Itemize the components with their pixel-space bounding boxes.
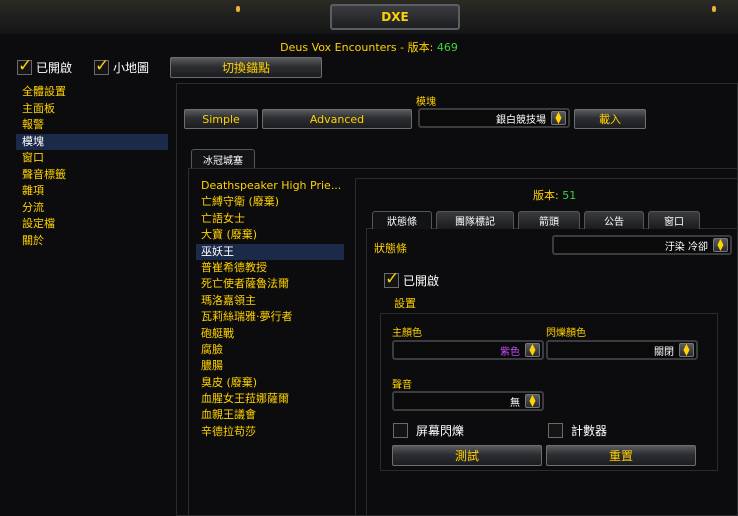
list-item[interactable]: 膿腸: [196, 358, 344, 374]
sidebar-item-about[interactable]: 關於: [16, 233, 168, 250]
toggle-anchor-button[interactable]: 切換錨點: [170, 57, 322, 78]
settings-label: 設置: [394, 297, 416, 310]
tab-arrows[interactable]: 箭頭: [518, 211, 580, 229]
checkmark-icon[interactable]: [17, 56, 32, 76]
simple-button[interactable]: Simple: [184, 109, 258, 129]
list-item[interactable]: 普崔希德教授: [196, 260, 344, 276]
tab-bars[interactable]: 狀態條: [372, 211, 432, 229]
minimap-checkbox[interactable]: 小地圖: [94, 56, 150, 76]
scenery-light: [712, 6, 716, 12]
checkmark-icon[interactable]: [94, 56, 109, 76]
bar-dropdown[interactable]: 汙染 冷卻 ▲ ▼: [552, 235, 732, 255]
sidebar-item-sound-labels[interactable]: 聲音標籤: [16, 167, 168, 184]
list-item[interactable]: 腐臉: [196, 342, 344, 358]
zone-dropdown[interactable]: 銀白競技場 ▲ ▼: [418, 108, 570, 128]
encounter-list: Deathspeaker High Prie... 亡縛守衛 (廢棄) 亡語女士…: [196, 178, 344, 440]
flash-color-value: 關閉: [654, 346, 674, 358]
list-item[interactable]: 巫妖王: [196, 243, 344, 260]
advanced-button[interactable]: Advanced: [262, 109, 412, 129]
encounter-version: 版本: 51: [533, 187, 576, 203]
main-color-label: 主顏色: [392, 328, 422, 339]
list-item[interactable]: 臭皮 (廢棄): [196, 375, 344, 391]
checkmark-icon[interactable]: [384, 269, 399, 289]
enabled-label: 已開啟: [36, 61, 73, 75]
tab-raid-icons[interactable]: 團隊標記: [436, 211, 514, 229]
screen-flash-label: 屏幕閃爍: [416, 424, 465, 438]
sidebar-item-misc[interactable]: 雜項: [16, 183, 168, 200]
main-color-value: 紫色: [500, 346, 520, 358]
chevron-up-down-icon[interactable]: ▲ ▼: [525, 343, 540, 357]
list-item[interactable]: 血親王議會: [196, 407, 344, 423]
checkbox-empty-icon[interactable]: [548, 423, 563, 438]
app-name: Deus Vox Encounters: [280, 41, 397, 54]
sound-dropdown[interactable]: 無 ▲ ▼: [392, 391, 544, 411]
addon-header: Deus Vox Encounters - 版本: 469: [0, 39, 738, 55]
zone-dropdown-value: 銀白競技場: [496, 114, 546, 126]
bar-dropdown-value: 汙染 冷卻: [664, 241, 708, 253]
counter-label: 計數器: [571, 424, 608, 438]
list-item[interactable]: 血腥女王菈娜薩爾: [196, 391, 344, 407]
list-item[interactable]: 大寶 (廢棄): [196, 227, 344, 243]
bar-select-label: 狀態條: [374, 242, 407, 255]
tab-announces[interactable]: 公告: [584, 211, 644, 229]
list-item[interactable]: 瓦莉絲瑞雅·夢行者: [196, 309, 344, 325]
load-button[interactable]: 載入: [574, 109, 646, 129]
sidebar-item-profiles[interactable]: 設定檔: [16, 216, 168, 233]
chevron-up-down-icon[interactable]: ▲ ▼: [679, 343, 694, 357]
list-item[interactable]: 亡縛守衛 (廢棄): [196, 194, 344, 210]
encounter-version-number: 51: [562, 189, 577, 202]
checkbox-empty-icon[interactable]: [393, 423, 408, 438]
chevron-up-down-icon[interactable]: ▲ ▼: [551, 111, 566, 125]
bar-enabled-label: 已開啟: [403, 274, 440, 288]
flash-color-label: 閃爍顏色: [546, 328, 586, 339]
sidebar-item-main-pane[interactable]: 主面板: [16, 101, 168, 118]
sidebar-item-modules[interactable]: 模塊: [16, 133, 168, 150]
enabled-checkbox[interactable]: 已開啟: [17, 56, 73, 76]
list-item[interactable]: 瑪洛嘉領主: [196, 293, 344, 309]
encounter-version-label: 版本:: [533, 189, 563, 202]
list-item[interactable]: 砲艇戰: [196, 326, 344, 342]
screen-flash-checkbox[interactable]: 屏幕閃爍: [393, 422, 464, 439]
sidebar-item-distributor[interactable]: 分流: [16, 200, 168, 217]
sidebar-nav: 全體設置 主面板 報警 模塊 窗口 聲音標籤 雜項 分流 設定檔 關於: [16, 84, 168, 249]
minimap-label: 小地圖: [113, 61, 150, 75]
version-label: - 版本:: [396, 41, 437, 54]
module-section-label: 模塊: [416, 97, 436, 108]
chevron-up-down-icon[interactable]: ▲ ▼: [525, 394, 540, 408]
main-color-dropdown[interactable]: 紫色 ▲ ▼: [392, 340, 544, 360]
bar-enabled-checkbox[interactable]: 已開啟: [384, 269, 440, 289]
scenery-light: [236, 6, 240, 12]
version-number: 469: [436, 41, 458, 54]
sidebar-item-windows[interactable]: 窗口: [16, 150, 168, 167]
tab-icecrown-citadel[interactable]: 冰冠城塞: [191, 149, 255, 168]
reset-button[interactable]: 重置: [546, 445, 696, 466]
sidebar-item-alerts[interactable]: 報警: [16, 117, 168, 134]
test-button[interactable]: 測試: [392, 445, 542, 466]
chevron-up-down-icon[interactable]: ▲ ▼: [713, 238, 728, 252]
sound-value: 無: [510, 397, 520, 409]
window-title[interactable]: DXE: [330, 4, 460, 30]
list-item[interactable]: 辛德拉苟莎: [196, 424, 344, 440]
list-item[interactable]: 亡語女士: [196, 211, 344, 227]
list-item[interactable]: Deathspeaker High Prie...: [196, 178, 344, 194]
counter-checkbox[interactable]: 計數器: [548, 422, 607, 439]
sound-label: 聲音: [392, 380, 412, 391]
tab-windows[interactable]: 窗口: [648, 211, 700, 229]
sidebar-item-general[interactable]: 全體設置: [16, 84, 168, 101]
list-item[interactable]: 死亡使者薩魯法爾: [196, 276, 344, 292]
flash-color-dropdown[interactable]: 關閉 ▲ ▼: [546, 340, 698, 360]
